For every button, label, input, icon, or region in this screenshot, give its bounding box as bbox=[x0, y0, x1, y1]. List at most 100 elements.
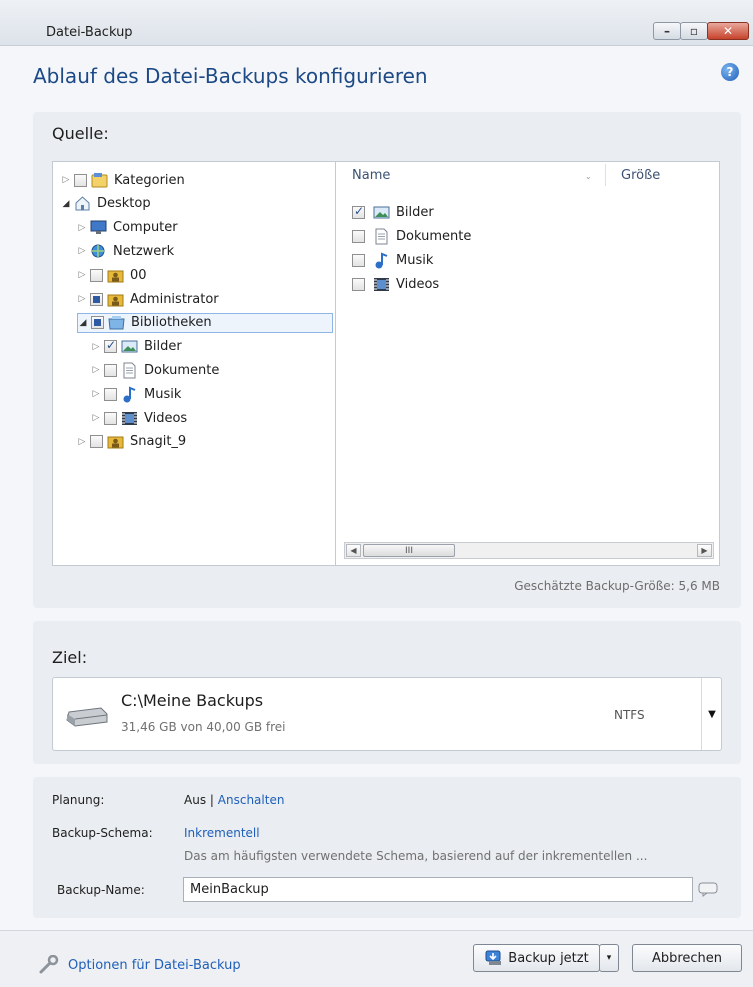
schedule-value: Aus | Anschalten bbox=[184, 793, 284, 807]
tree-node-desktop[interactable]: ◢ Desktop bbox=[61, 194, 151, 214]
tree-node-label: Netzwerk bbox=[113, 243, 175, 259]
expand-arrow-icon[interactable]: ▷ bbox=[91, 365, 101, 375]
column-header-name[interactable]: Name bbox=[352, 162, 390, 188]
tree-node-label: 00 bbox=[130, 267, 147, 283]
column-header-size[interactable]: Größe bbox=[621, 162, 660, 188]
tree-node-snagit-9[interactable]: ▷ Snagit_9 bbox=[77, 432, 187, 452]
file-row-videos[interactable]: Videos bbox=[352, 274, 439, 294]
expand-arrow-icon[interactable]: ▷ bbox=[91, 413, 101, 423]
expand-arrow-icon[interactable]: ▷ bbox=[77, 270, 87, 280]
cancel-label: Abbrechen bbox=[651, 950, 723, 966]
tree-node-label: Administrator bbox=[130, 291, 219, 307]
sort-arrow-icon: ⌄ bbox=[585, 172, 592, 181]
horizontal-scrollbar[interactable]: ◀ III ▶ bbox=[344, 542, 714, 559]
target-dropdown-button[interactable]: ▼ bbox=[701, 678, 722, 750]
tree-node-dokumente[interactable]: ▷ Dokumente bbox=[91, 360, 219, 380]
file-label: Bilder bbox=[396, 204, 434, 220]
file-row-musik[interactable]: Musik bbox=[352, 250, 433, 270]
tree-checkbox[interactable] bbox=[104, 363, 117, 377]
backup-name-input[interactable] bbox=[183, 877, 693, 902]
collapse-arrow-icon[interactable]: ◢ bbox=[78, 318, 88, 328]
window-controls: – ▫ ✕ bbox=[653, 22, 749, 40]
backup-now-label: Backup jetzt bbox=[508, 950, 589, 966]
tree-node-bibliotheken[interactable]: ◢ Bibliotheken bbox=[77, 312, 333, 333]
chevron-down-icon: ▾ bbox=[606, 953, 612, 963]
tree-node-administrator[interactable]: ▷ Administrator bbox=[77, 289, 219, 309]
expand-arrow-icon[interactable]: ▷ bbox=[91, 342, 101, 352]
user-folder-icon bbox=[107, 291, 124, 308]
tree-node-bilder[interactable]: ▷ Bilder bbox=[91, 337, 182, 357]
expand-arrow-icon[interactable]: ▷ bbox=[77, 294, 87, 304]
videos-icon bbox=[373, 276, 390, 293]
file-checkbox[interactable] bbox=[352, 204, 365, 219]
tree-checkbox[interactable] bbox=[104, 338, 117, 354]
tree-node-00[interactable]: ▷ 00 bbox=[77, 265, 147, 285]
column-separator[interactable] bbox=[605, 164, 606, 186]
tree-checkbox[interactable] bbox=[90, 435, 103, 449]
file-label: Videos bbox=[396, 276, 440, 292]
tree-node-label: Snagit_9 bbox=[130, 434, 187, 450]
tree-node-kategorien[interactable]: ▷ Kategorien bbox=[61, 170, 185, 190]
tree-checkbox[interactable] bbox=[91, 316, 104, 330]
file-list[interactable]: Name ⌄ Größe BilderDokumenteMusikVideos … bbox=[335, 161, 720, 566]
column-name-label: Name bbox=[352, 167, 391, 183]
source-tree[interactable]: ▷ Kategorien ◢ Desktop ▷ Computer ▷ Netzwerk ▷ 00… bbox=[52, 161, 335, 566]
tree-checkbox[interactable] bbox=[104, 387, 117, 401]
file-checkbox[interactable] bbox=[352, 277, 365, 291]
file-checkbox[interactable] bbox=[352, 253, 365, 267]
scheme-link[interactable]: Inkrementell bbox=[184, 826, 260, 840]
library-icon bbox=[108, 314, 125, 331]
scroll-left-button[interactable]: ◀ bbox=[346, 544, 361, 557]
backup-options-link[interactable]: Optionen für Datei-Backup bbox=[68, 958, 241, 973]
column-size-label: Größe bbox=[621, 167, 661, 183]
tree-checkbox[interactable] bbox=[104, 411, 117, 425]
expand-arrow-icon[interactable]: ▷ bbox=[61, 175, 71, 185]
desktop-home-icon bbox=[74, 195, 91, 212]
maximize-button[interactable]: ▫ bbox=[680, 22, 708, 40]
source-label: Quelle: bbox=[52, 124, 109, 143]
tree-node-label: Dokumente bbox=[144, 362, 220, 378]
expand-arrow-icon[interactable]: ▷ bbox=[77, 223, 87, 233]
file-row-dokumente[interactable]: Dokumente bbox=[352, 226, 471, 246]
chevron-down-icon: ▼ bbox=[708, 708, 716, 720]
help-icon[interactable]: ? bbox=[721, 63, 739, 81]
tree-node-musik[interactable]: ▷ Musik bbox=[91, 384, 181, 404]
minimize-button[interactable]: – bbox=[653, 22, 681, 40]
target-selector[interactable]: C:\Meine Backups 31,46 GB von 40,00 GB f… bbox=[52, 677, 722, 751]
file-checkbox[interactable] bbox=[352, 229, 365, 243]
schedule-state: Aus bbox=[184, 793, 207, 807]
scroll-right-button[interactable]: ▶ bbox=[697, 544, 712, 557]
expand-arrow-icon[interactable]: ▷ bbox=[77, 246, 87, 256]
cancel-button[interactable]: Abbrechen bbox=[632, 944, 742, 972]
tree-node-label: Kategorien bbox=[114, 172, 185, 188]
file-row-bilder[interactable]: Bilder bbox=[352, 202, 434, 222]
scroll-thumb[interactable]: III bbox=[363, 544, 455, 557]
tree-node-videos[interactable]: ▷ Videos bbox=[91, 408, 188, 428]
expand-arrow-icon[interactable]: ▷ bbox=[91, 389, 101, 399]
target-filesystem: NTFS bbox=[614, 708, 645, 722]
tree-node-netzwerk[interactable]: ▷ Netzwerk bbox=[77, 241, 175, 261]
tree-checkbox[interactable] bbox=[74, 173, 87, 187]
target-path: C:\Meine Backups bbox=[121, 691, 264, 710]
backup-now-dropdown[interactable]: ▾ bbox=[599, 944, 619, 972]
maximize-icon: ▫ bbox=[689, 24, 699, 38]
schedule-label: Planung: bbox=[52, 793, 105, 807]
file-label: Dokumente bbox=[396, 228, 472, 244]
backup-name-label: Backup-Name: bbox=[57, 883, 145, 897]
tree-node-computer[interactable]: ▷ Computer bbox=[77, 218, 178, 238]
expand-arrow-icon[interactable]: ▷ bbox=[77, 437, 87, 447]
tree-checkbox[interactable] bbox=[90, 268, 103, 282]
network-icon bbox=[90, 243, 107, 260]
collapse-arrow-icon[interactable]: ◢ bbox=[61, 199, 71, 209]
schedule-separator: | bbox=[209, 793, 214, 807]
tree-node-label: Videos bbox=[144, 410, 188, 426]
comment-icon[interactable] bbox=[698, 882, 718, 897]
backup-now-button[interactable]: Backup jetzt bbox=[473, 944, 600, 972]
tree-checkbox[interactable] bbox=[90, 292, 103, 306]
tree-node-label: Musik bbox=[144, 386, 182, 402]
estimated-size: Geschätzte Backup-Größe: 5,6 MB bbox=[514, 579, 720, 593]
schedule-enable-link[interactable]: Anschalten bbox=[218, 793, 285, 807]
close-button[interactable]: ✕ bbox=[707, 22, 749, 40]
tree-node-label: Desktop bbox=[97, 196, 151, 212]
music-icon bbox=[121, 386, 138, 403]
